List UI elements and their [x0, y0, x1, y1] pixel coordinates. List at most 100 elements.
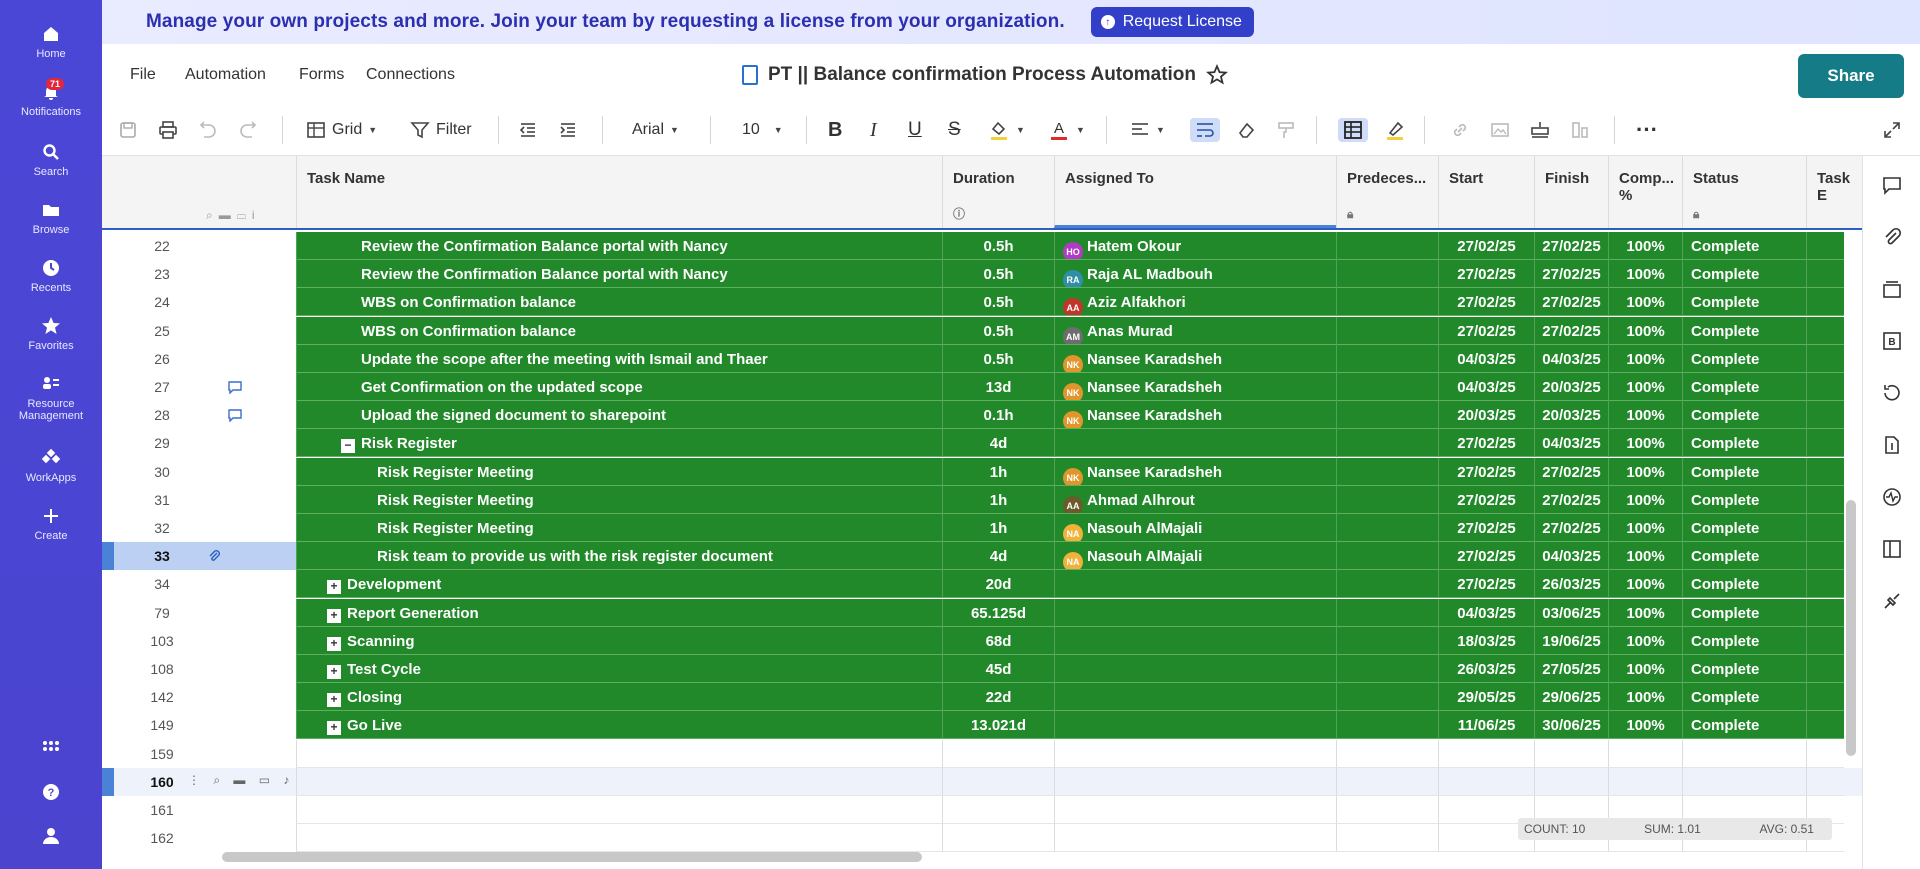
cell-start[interactable]	[1438, 767, 1534, 796]
cell-taskE[interactable]	[1806, 655, 1844, 683]
col-header-finish[interactable]: Finish	[1534, 156, 1608, 228]
cell-taskE[interactable]	[1806, 260, 1844, 289]
cell-pct[interactable]: 100%	[1608, 711, 1682, 740]
cell-task[interactable]: − Risk Register	[296, 429, 942, 458]
insert-image-button[interactable]	[1490, 118, 1510, 142]
table-row[interactable]: 103 + Scanning 68d 18/03/25 19/06/25 100% Compl…	[102, 626, 1862, 655]
cell-pct[interactable]: 100%	[1608, 514, 1682, 542]
cell-dur[interactable]: 4d	[942, 542, 1054, 571]
format-painter-button[interactable]	[1276, 118, 1296, 142]
cell-task[interactable]: Review the Confirmation Balance portal w…	[296, 232, 942, 260]
table-row[interactable]: 27 Get Confirmation on the updated scope 1…	[102, 373, 1862, 401]
col-header-start[interactable]: Start	[1438, 156, 1534, 228]
cell-pred[interactable]	[1336, 232, 1438, 260]
cell-assigned[interactable]: NK Nansee Karadsheh	[1054, 401, 1336, 430]
cell-start[interactable]: 27/02/25	[1438, 570, 1534, 599]
row-number-cell[interactable]: 29	[102, 429, 296, 457]
cell-dur[interactable]	[942, 824, 1054, 853]
cell-start[interactable]: 27/02/25	[1438, 260, 1534, 289]
cell-assigned[interactable]	[1054, 626, 1336, 655]
cell-dur[interactable]: 0.5h	[942, 260, 1054, 289]
text-color-button[interactable]: A ▼	[1048, 118, 1085, 142]
cell-pct[interactable]: 100%	[1608, 316, 1682, 345]
cell-taskE[interactable]	[1806, 457, 1844, 486]
proofs-icon[interactable]	[1881, 278, 1903, 300]
cell-status[interactable]: Complete	[1682, 288, 1806, 317]
cell-dur[interactable]: 45d	[942, 655, 1054, 683]
hyperlink-button[interactable]	[1450, 118, 1470, 142]
pulse-icon[interactable]	[1881, 486, 1903, 508]
cell-dur[interactable]: 22d	[942, 683, 1054, 712]
wrap-text-button[interactable]	[1190, 118, 1220, 142]
apps-launcher[interactable]	[0, 738, 102, 762]
row-number-cell[interactable]: 161	[102, 796, 296, 824]
fill-color-button[interactable]: ▼	[988, 118, 1025, 142]
cell-status[interactable]: Complete	[1682, 711, 1806, 740]
cell-dur[interactable]: 13d	[942, 373, 1054, 401]
col-header-status[interactable]: Status 🔒︎	[1682, 156, 1806, 228]
nav-browse[interactable]: Browse	[0, 200, 102, 236]
cell-taskE[interactable]	[1806, 288, 1844, 317]
undo-button[interactable]	[198, 118, 218, 142]
share-button[interactable]: Share	[1798, 54, 1904, 98]
clear-format-button[interactable]	[1236, 118, 1256, 142]
cell-task[interactable]: + Closing	[296, 683, 942, 712]
cell-pred[interactable]	[1336, 626, 1438, 655]
cell-task[interactable]: + Test Cycle	[296, 655, 942, 683]
cell-status[interactable]: Complete	[1682, 626, 1806, 655]
cell-pred[interactable]	[1336, 316, 1438, 345]
cell-dur[interactable]	[942, 739, 1054, 768]
cell-taskE[interactable]	[1806, 739, 1844, 768]
cell-task[interactable]	[296, 739, 942, 768]
cell-status[interactable]: Complete	[1682, 373, 1806, 401]
expand-row-icon[interactable]: +	[327, 721, 341, 736]
cell-pred[interactable]	[1336, 767, 1438, 796]
connections-panel-icon[interactable]	[1881, 590, 1903, 612]
table-row[interactable]: 159	[102, 739, 1862, 768]
comment-icon[interactable]	[228, 408, 242, 423]
cell-start[interactable]: 27/02/25	[1438, 232, 1534, 260]
cell-assigned[interactable]	[1054, 824, 1336, 853]
cell-pred[interactable]	[1336, 598, 1438, 627]
cell-pct[interactable]: 100%	[1608, 232, 1682, 260]
cell-pct[interactable]: 100%	[1608, 570, 1682, 599]
cell-start[interactable]: 04/03/25	[1438, 598, 1534, 627]
cell-finish[interactable]	[1534, 739, 1608, 768]
cell-finish[interactable]: 04/03/25	[1534, 542, 1608, 571]
bold-button[interactable]: B	[828, 118, 842, 142]
cell-finish[interactable]: 27/02/25	[1534, 316, 1608, 345]
table-row[interactable]: 26 Update the scope after the meeting wit…	[102, 344, 1862, 373]
cell-pct[interactable]: 100%	[1608, 626, 1682, 655]
column-properties-button[interactable]	[1570, 118, 1590, 142]
cell-start[interactable]: 04/03/25	[1438, 373, 1534, 401]
expand-row-icon[interactable]: +	[327, 665, 341, 679]
cell-pct[interactable]: 100%	[1608, 485, 1682, 514]
row-number-cell[interactable]: 31	[102, 486, 296, 514]
cell-finish[interactable]: 27/05/25	[1534, 655, 1608, 683]
cell-taskE[interactable]	[1806, 514, 1844, 542]
cell-status[interactable]: Complete	[1682, 457, 1806, 486]
cell-dur[interactable]: 0.5h	[942, 232, 1054, 260]
cell-status[interactable]: Complete	[1682, 598, 1806, 627]
cell-task[interactable]: + Go Live	[296, 711, 942, 740]
cell-taskE[interactable]	[1806, 373, 1844, 401]
help-button[interactable]: ?	[0, 782, 102, 806]
cell-task[interactable]	[296, 796, 942, 824]
table-row[interactable]: 33 Risk team to provide us with the risk …	[102, 542, 1862, 571]
table-row[interactable]: 29− Risk Register 4d 27/02/25 04/03/25 100% Co…	[102, 429, 1862, 458]
table-row[interactable]: 23 Review the Confirmation Balance portal…	[102, 260, 1862, 289]
cell-pred[interactable]	[1336, 683, 1438, 712]
menu-forms[interactable]: Forms	[299, 66, 344, 84]
row-number-cell[interactable]: 26	[102, 345, 296, 373]
col-header-assigned-to[interactable]: Assigned To	[1054, 156, 1336, 228]
cell-taskE[interactable]	[1806, 570, 1844, 599]
cell-start[interactable]: 27/02/25	[1438, 429, 1534, 458]
cell-pred[interactable]	[1336, 344, 1438, 373]
row-number-cell[interactable]: 34	[102, 570, 296, 598]
cell-status[interactable]: Complete	[1682, 485, 1806, 514]
cell-task[interactable]: Get Confirmation on the updated scope	[296, 373, 942, 401]
cell-taskE[interactable]	[1806, 401, 1844, 430]
cell-finish[interactable]: 03/06/25	[1534, 598, 1608, 627]
cell-pct[interactable]: 100%	[1608, 542, 1682, 571]
strikethrough-button[interactable]: S	[948, 118, 961, 142]
